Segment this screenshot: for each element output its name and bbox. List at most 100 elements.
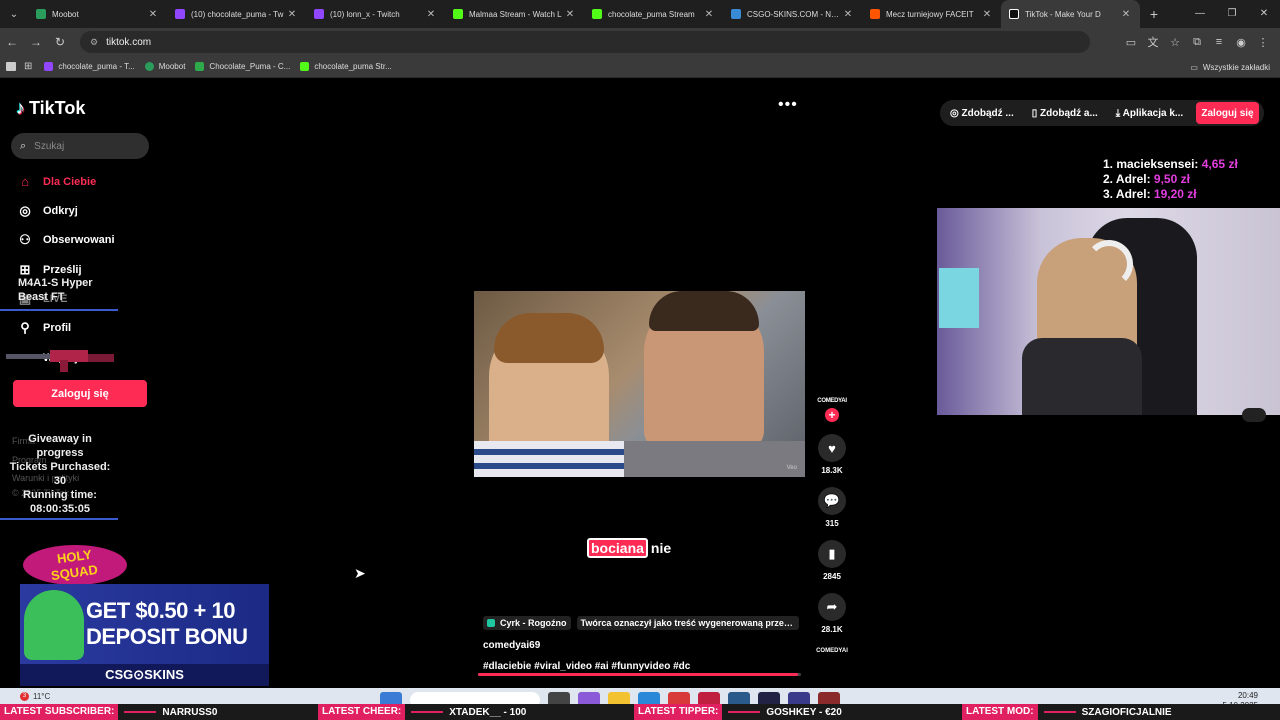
get-app-button[interactable]: ▯ Zdobądź a... [1032,108,1098,119]
bookmark[interactable]: chocolate_puma Str... [300,62,392,71]
tab[interactable]: chocolate_puma Stream ✕ [584,0,723,28]
save-count: 2845 [823,572,841,581]
more-options-icon[interactable]: ••• [778,96,798,114]
close-icon[interactable]: ✕ [842,9,854,20]
csgo-skins-ad[interactable]: GET $0.50 + 10 DEPOSIT BONU CSG⊙SKINS [20,584,269,686]
profile-icon[interactable]: ◉ [1230,36,1252,49]
tab[interactable]: Malmaa Stream - Watch L ✕ [445,0,584,28]
ad-headline: DEPOSIT BONU [86,624,248,649]
ticker-tipper: LATEST TIPPER: GOSHKEY - €20 [634,704,842,720]
bookmark[interactable]: Chocolate_Puma - C... [195,62,290,71]
sidebar-item-label: Obserwowani [43,234,115,246]
comment-icon: 💬 [823,493,841,508]
music-disc-icon[interactable]: COMEDYAI [812,648,852,654]
location-tag[interactable]: Cyrk - Rogoźno [483,616,571,630]
translate-icon[interactable]: 文 [1142,34,1164,50]
channel-avatar[interactable]: COMEDYAI [812,398,852,404]
tip-name: 1. macieksensei: [1103,157,1199,171]
desktop-app-button[interactable]: ⤓ Aplikacja k... [1116,108,1183,119]
tab[interactable]: CSGO-SKINS.COM - Najle ✕ [723,0,862,28]
location-pin-icon [487,619,495,627]
all-bookmarks[interactable]: ▭ Wszystkie zakładki [1190,56,1270,78]
close-icon[interactable]: ✕ [703,9,715,20]
video-hashtags[interactable]: #dlaciebie #viral_video #ai #funnyvideo … [483,661,799,672]
menu-icon[interactable]: ⋮ [1252,36,1274,49]
share-icon: ➦ [826,599,838,614]
close-icon[interactable]: ✕ [981,9,993,20]
tiktok-page: ♪ TikTok ⌕ Szukaj ⌂ Dla Ciebie ◎ Odkryj ⚇ Obs… [0,78,1280,688]
tab-favicon [731,9,741,19]
tab-title: TikTok - Make Your D [1025,9,1101,19]
share-button[interactable]: ➦ [818,593,846,621]
ticker-line [728,711,761,713]
video-boy-hair [494,313,604,363]
close-icon[interactable]: ✕ [147,9,159,20]
url-text: tiktok.com [106,36,152,48]
compass-icon: ◎ [19,203,31,218]
bookmark[interactable]: chocolate_puma - T... [44,62,135,71]
grid-icon[interactable]: ⊞ [24,61,32,72]
follow-plus-icon[interactable]: + [825,408,839,422]
media-icon[interactable]: ≡ [1208,36,1230,48]
tab-favicon [453,9,463,19]
sidebar-item-label: Profil [43,322,72,334]
sidebar-item-label: Odkryj [43,205,78,217]
like-button[interactable]: ♥ [818,434,846,462]
minimize-icon[interactable]: — [1184,0,1216,28]
following-icon: ⚇ [19,232,31,247]
streamer-shirt [1022,338,1142,415]
site-info-icon[interactable]: ⚙ [90,37,98,48]
sidebar-item-following[interactable]: ⚇ Obserwowani [16,232,115,248]
weather-widget[interactable]: 3 11°C [20,692,50,701]
get-coins-button[interactable]: ◎ Zdobądź ... [950,108,1014,119]
address-bar-row: ← → ↻ ⚙ tiktok.com ▭ 文 ☆ ⧉ ≡ ◉ ⋮ [0,28,1280,56]
tab[interactable]: (10) lonn_x - Twitch ✕ [306,0,445,28]
close-icon[interactable]: ✕ [286,9,298,20]
tab[interactable]: (10) chocolate_puma - Tw ✕ [167,0,306,28]
search-input[interactable]: ⌕ Szukaj [11,133,149,159]
tab[interactable]: Mecz turniejowy FACEIT ✕ [862,0,1001,28]
video-progress-bar[interactable] [478,673,801,676]
comment-button[interactable]: 💬 [818,487,846,515]
header-login-button[interactable]: Zaloguj się [1196,102,1259,124]
tab-search-icon[interactable]: ⌄ [0,0,28,28]
sidebar-item-profile[interactable]: ⚲ Profil [16,320,71,336]
maximize-icon[interactable]: ❐ [1216,0,1248,28]
comment-count: 315 [825,519,839,528]
sidebar-login-button[interactable]: Zaloguj się [13,380,147,407]
kick-icon [300,62,310,71]
close-icon[interactable]: ✕ [564,9,576,20]
sidebar-item-for-you[interactable]: ⌂ Dla Ciebie [16,174,96,189]
tiktok-logo[interactable]: ♪ TikTok [16,98,85,119]
bookmark[interactable]: Moobot [144,62,185,71]
back-icon[interactable]: ← [0,35,24,49]
sidebar-item-label: Prześlij [43,264,82,276]
scroll-button[interactable] [1242,408,1266,422]
tab-title: Malmaa Stream - Watch L [469,9,562,19]
video-author[interactable]: comedyai69 [483,640,799,651]
close-icon[interactable]: ✕ [425,9,437,20]
video-player[interactable]: Veo [474,291,805,477]
cast-icon[interactable]: ▭ [1120,36,1142,49]
ai-generated-label: Twórca oznaczył jako treść wygenerowaną … [576,616,799,630]
url-field[interactable]: ⚙ tiktok.com [80,31,1090,53]
tab[interactable]: Moobot ✕ [28,0,167,28]
sidebar-item-explore[interactable]: ◎ Odkryj [16,203,78,219]
overlay-divider [0,309,118,311]
extensions-icon[interactable]: ⧉ [1186,36,1208,49]
apps-icon[interactable] [6,62,16,71]
reload-icon[interactable]: ↻ [48,35,72,49]
video-progress-fill [478,673,798,676]
close-icon[interactable]: ✕ [1120,9,1132,20]
forward-icon[interactable]: → [24,35,48,49]
tab-active[interactable]: TikTok - Make Your D ✕ [1001,0,1140,28]
weapon-overlay: M4A1-S Hyper Beast FT [18,276,93,304]
close-window-icon[interactable]: ✕ [1248,0,1280,28]
tab-favicon [314,9,324,19]
save-button[interactable]: ▮ [818,540,846,568]
new-tab-icon[interactable]: + [1140,6,1168,22]
ticker-line [1043,711,1076,713]
action-rail: COMEDYAI + ♥ 18.3K 💬 315 ▮ 2845 ➦ 28.1K … [812,398,852,654]
star-icon[interactable]: ☆ [1164,36,1186,49]
video-man-hair [649,291,759,331]
